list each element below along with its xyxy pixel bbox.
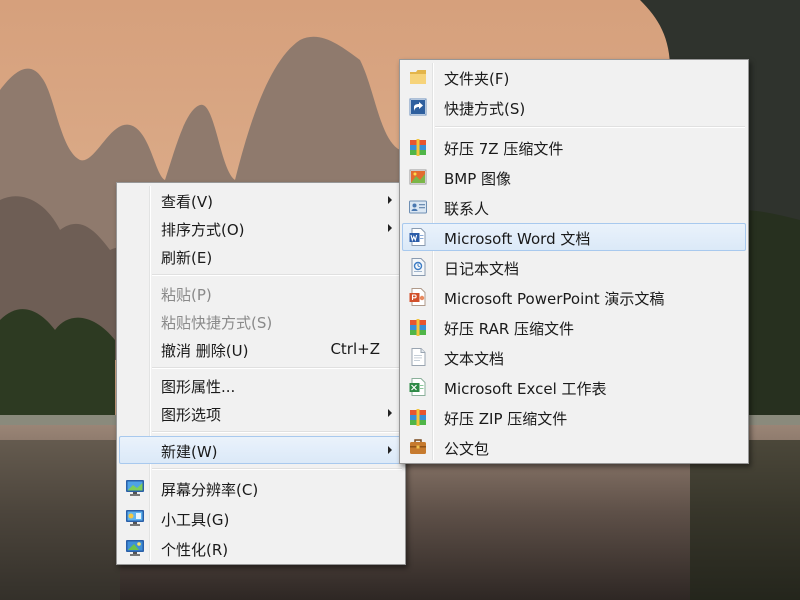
menu-item-personalize-label: 个性化(R) [161,541,229,559]
menu-separator [152,431,402,433]
display-icon [125,478,145,498]
bitmap-image-icon [408,167,428,187]
haozip-archive-icon [408,407,428,427]
menu-item-refresh-label: 刷新(E) [161,249,213,267]
menu-item-graphics-options-label: 图形选项 [161,406,222,424]
new-item-text-document-label: 文本文档 [444,350,505,368]
new-item-contact[interactable]: 联系人 [402,193,746,221]
word-document-icon [408,227,428,247]
new-item-zip-archive[interactable]: 好压 ZIP 压缩文件 [402,403,746,431]
new-item-briefcase-label: 公文包 [444,440,490,458]
desktop-context-menu: 查看(V) 排序方式(O) 刷新(E) 粘贴(P) 粘贴快捷方式(S) 撤消 删… [116,182,406,565]
haozip-archive-icon [408,317,428,337]
menu-item-refresh[interactable]: 刷新(E) [119,242,403,270]
menu-item-paste-shortcut-label: 粘贴快捷方式(S) [161,314,273,332]
new-item-7z-archive[interactable]: 好压 7Z 压缩文件 [402,133,746,161]
menu-item-screen-resolution-label: 屏幕分辨率(C) [161,481,259,499]
journal-document-icon [408,257,428,277]
excel-document-icon [408,377,428,397]
new-item-excel-worksheet-label: Microsoft Excel 工作表 [444,380,607,398]
new-item-journal-document-label: 日记本文档 [444,260,520,278]
new-item-excel-worksheet[interactable]: Microsoft Excel 工作表 [402,373,746,401]
briefcase-icon [408,437,428,457]
menu-item-sort-by[interactable]: 排序方式(O) [119,214,403,242]
menu-item-personalize[interactable]: 个性化(R) [119,534,403,562]
new-item-folder-label: 文件夹(F) [444,70,510,88]
menu-item-new[interactable]: 新建(W) [119,436,403,464]
menu-separator [152,468,402,470]
submenu-arrow-icon [388,196,392,204]
menu-item-undo-delete[interactable]: 撤消 删除(U) Ctrl+Z [119,335,403,363]
new-item-powerpoint-presentation[interactable]: Microsoft PowerPoint 演示文稿 [402,283,746,311]
new-item-contact-label: 联系人 [444,200,490,218]
menu-item-view-label: 查看(V) [161,193,213,211]
new-item-journal-document[interactable]: 日记本文档 [402,253,746,281]
new-item-bmp-image-label: BMP 图像 [444,170,512,188]
menu-item-paste-label: 粘贴(P) [161,286,212,304]
menu-separator [152,367,402,369]
new-item-text-document[interactable]: 文本文档 [402,343,746,371]
menu-item-new-label: 新建(W) [161,443,218,461]
new-item-word-document[interactable]: Microsoft Word 文档 [402,223,746,251]
menu-item-screen-resolution[interactable]: 屏幕分辨率(C) [119,474,403,502]
submenu-arrow-icon [388,446,392,454]
new-item-shortcut[interactable]: 快捷方式(S) [402,93,746,121]
powerpoint-document-icon [408,287,428,307]
menu-item-graphics-options[interactable]: 图形选项 [119,399,403,427]
gadgets-icon [125,508,145,528]
new-item-bmp-image[interactable]: BMP 图像 [402,163,746,191]
new-item-rar-archive-label: 好压 RAR 压缩文件 [444,320,575,338]
menu-item-paste: 粘贴(P) [119,279,403,307]
menu-item-paste-shortcut: 粘贴快捷方式(S) [119,307,403,335]
text-document-icon [408,347,428,367]
menu-item-sort-by-label: 排序方式(O) [161,221,245,239]
menu-item-view[interactable]: 查看(V) [119,186,403,214]
submenu-arrow-icon [388,224,392,232]
menu-separator [152,274,402,276]
new-item-7z-archive-label: 好压 7Z 压缩文件 [444,140,564,158]
new-item-powerpoint-presentation-label: Microsoft PowerPoint 演示文稿 [444,290,665,308]
new-submenu: 文件夹(F) 快捷方式(S) 好压 7Z 压缩文件 BMP 图像 联系人 Mic… [399,59,749,464]
menu-item-undo-delete-label: 撤消 删除(U) [161,342,249,360]
new-item-shortcut-label: 快捷方式(S) [444,100,526,118]
menu-item-gadgets-label: 小工具(G) [161,511,230,529]
menu-item-gadgets[interactable]: 小工具(G) [119,504,403,532]
new-item-briefcase[interactable]: 公文包 [402,433,746,461]
menu-separator [435,126,745,128]
menu-item-graphics-properties[interactable]: 图形属性... [119,371,403,399]
haozip-archive-icon [408,137,428,157]
new-item-rar-archive[interactable]: 好压 RAR 压缩文件 [402,313,746,341]
submenu-arrow-icon [388,409,392,417]
new-item-folder[interactable]: 文件夹(F) [402,63,746,91]
menu-item-undo-delete-shortcut: Ctrl+Z [330,340,380,358]
personalize-icon [125,538,145,558]
new-item-word-document-label: Microsoft Word 文档 [444,230,591,248]
new-item-zip-archive-label: 好压 ZIP 压缩文件 [444,410,568,428]
folder-icon [408,67,428,87]
menu-item-graphics-properties-label: 图形属性... [161,378,236,396]
shortcut-icon [408,97,428,117]
contact-icon [408,197,428,217]
